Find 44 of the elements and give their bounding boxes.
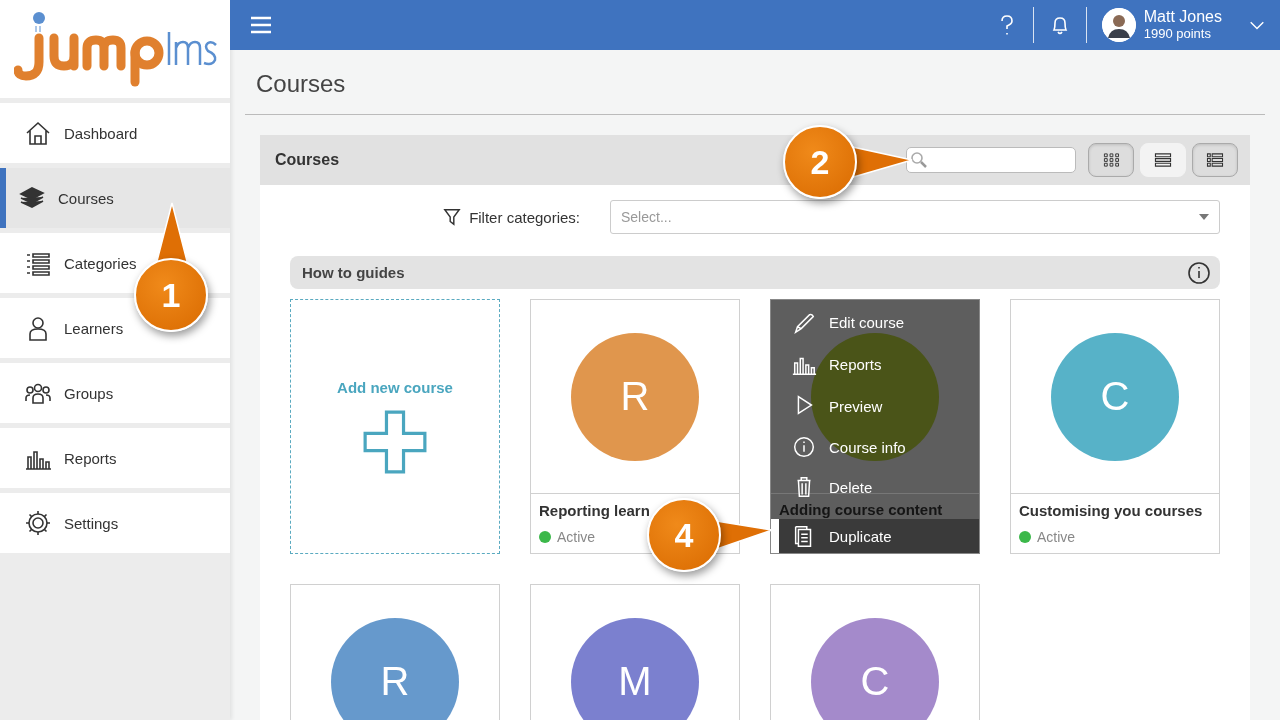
list-view-icon [1206, 152, 1224, 168]
grid-view-button[interactable] [1088, 143, 1134, 177]
menu-item[interactable]: Delete [771, 474, 979, 501]
menu-item[interactable]: Edit course [771, 308, 979, 338]
avatar-icon[interactable] [1101, 8, 1136, 42]
course-thumbnail: R [331, 617, 459, 720]
sidebar-item[interactable]: Groups [0, 363, 230, 423]
home-icon [24, 119, 52, 147]
sidebar-item[interactable]: Courses [0, 168, 230, 228]
course-status: Active [1037, 529, 1076, 545]
dropdown-caret-icon [1199, 214, 1209, 220]
status-dot [539, 531, 551, 543]
status-dot [1019, 531, 1031, 543]
rows-view-icon [1154, 152, 1172, 168]
rows-view-button[interactable] [1140, 143, 1186, 177]
user-name: Matt Jones [1143, 8, 1222, 26]
user-points: 1990 points [1143, 26, 1212, 42]
page-title: Courses [256, 69, 347, 99]
sidebar-item[interactable]: Settings [0, 493, 230, 553]
section-title: How to guides [302, 264, 406, 281]
menu-item[interactable]: Preview [771, 391, 979, 421]
sidebar-item[interactable]: Dashboard [0, 103, 230, 163]
course-status: Active [557, 529, 596, 545]
info-icon[interactable] [1188, 261, 1210, 284]
menu-item[interactable]: Reports [771, 349, 979, 380]
course-thumbnail: C [811, 617, 939, 720]
gear-icon [24, 509, 52, 537]
panel-title: Courses [275, 151, 340, 169]
plus-icon [363, 410, 427, 474]
search-field[interactable] [906, 147, 1076, 173]
filter-icon [443, 208, 462, 226]
course-thumbnail: M [571, 617, 699, 720]
search-icon [910, 151, 928, 169]
course-thumbnail: C [1051, 332, 1179, 461]
filter-label: Filter categories: [469, 208, 580, 226]
menu-icon[interactable] [250, 16, 272, 34]
course-thumbnail: R [571, 332, 699, 461]
menu-item[interactable]: Duplicate [771, 519, 979, 553]
grid-view-icon [1102, 152, 1120, 168]
sidebar-item[interactable]: Reports [0, 428, 230, 488]
menu-item[interactable]: Course info [771, 432, 979, 463]
course-title: Adding course content [778, 503, 944, 518]
course-title: Customising you courses [1018, 501, 1204, 519]
list-view-button[interactable] [1192, 143, 1238, 177]
